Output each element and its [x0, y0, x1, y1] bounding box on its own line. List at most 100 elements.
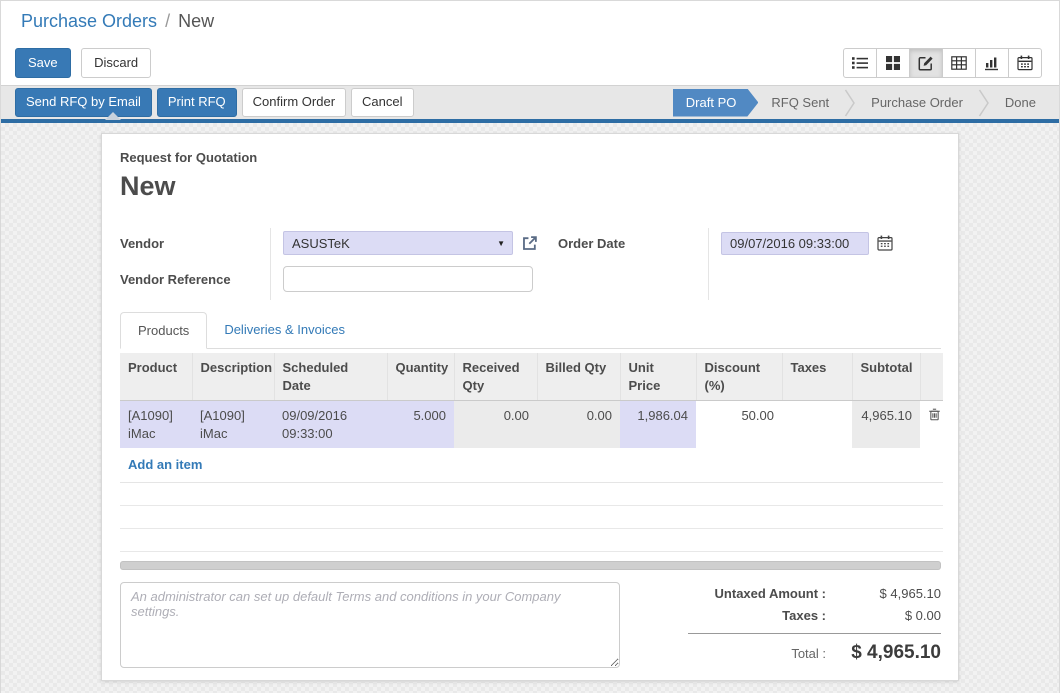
notebook-tabs: Products Deliveries & Invoices [120, 312, 941, 349]
form-sheet: Request for Quotation New Vendor Vendor … [101, 133, 959, 681]
cell-taxes[interactable] [782, 401, 852, 449]
view-switcher [843, 48, 1042, 78]
taxes-value: $ 0.00 [826, 608, 941, 623]
breadcrumb-parent-link[interactable]: Purchase Orders [21, 11, 157, 32]
status-step-label: Done [1005, 95, 1036, 110]
empty-row [120, 528, 943, 551]
left-field-group: Vendor Vendor Reference ASUSTeK ▼ [120, 228, 538, 300]
right-field-group: Order Date 09/07/2016 09:33:00 [538, 228, 941, 300]
scrollbar-thumb[interactable] [120, 561, 941, 570]
form-view-icon [918, 55, 934, 71]
status-step-done[interactable]: Done [992, 89, 1049, 117]
calendar-icon [877, 235, 893, 251]
cell-description[interactable]: [A1090] iMac [192, 401, 274, 449]
order-date-value: 09/07/2016 09:33:00 [730, 236, 849, 251]
app-window: Purchase Orders / New Save Discard [0, 0, 1060, 693]
chevron-right-icon [844, 88, 856, 118]
col-header-product: Product [120, 353, 192, 401]
workflow-buttons: Send RFQ by Email Print RFQ Confirm Orde… [15, 88, 419, 117]
breadcrumb-current: New [178, 11, 214, 32]
table-horizontal-scrollbar[interactable] [120, 561, 941, 570]
calendar-view-icon [1017, 55, 1033, 71]
delete-line-button[interactable] [920, 401, 943, 449]
taxes-label: Taxes : [782, 608, 826, 623]
document-type-label: Request for Quotation [120, 150, 941, 165]
table-row: [A1090] iMac [A1090] iMac 09/09/2016 09:… [120, 401, 943, 449]
table-header-row: Product Description Scheduled Date Quant… [120, 353, 943, 401]
total-label: Total : [791, 646, 826, 661]
tab-deliveries-invoices[interactable]: Deliveries & Invoices [207, 312, 362, 349]
status-step-label: Purchase Order [871, 95, 963, 110]
cancel-button[interactable]: Cancel [351, 88, 413, 117]
col-header-scheduled-date: Scheduled Date [274, 353, 387, 401]
print-rfq-button[interactable]: Print RFQ [157, 88, 237, 117]
untaxed-amount-value: $ 4,965.10 [826, 586, 941, 601]
add-an-item-link[interactable]: Add an item [120, 448, 943, 482]
vendor-value: ASUSTeK [292, 236, 350, 251]
chevron-right-icon [978, 88, 990, 118]
untaxed-amount-label: Untaxed Amount : [715, 586, 826, 601]
header-fields: Vendor Vendor Reference ASUSTeK ▼ [120, 228, 941, 300]
cell-billed-qty: 0.00 [537, 401, 620, 449]
calendar-view-button[interactable] [1008, 48, 1042, 78]
status-step-purchase-order[interactable]: Purchase Order [858, 89, 976, 117]
status-step-label: RFQ Sent [771, 95, 829, 110]
vendor-label: Vendor [120, 228, 270, 258]
form-view-background: Request for Quotation New Vendor Vendor … [1, 123, 1059, 693]
order-date-label: Order Date [558, 228, 708, 258]
cell-scheduled-date[interactable]: 09/09/2016 09:33:00 [274, 401, 387, 449]
col-header-actions [920, 353, 943, 401]
breadcrumb-separator: / [165, 11, 170, 32]
external-link-icon [521, 235, 538, 252]
status-step-draft-po[interactable]: Draft PO [673, 89, 759, 117]
col-header-quantity: Quantity [387, 353, 454, 401]
open-vendor-record-button[interactable] [521, 235, 538, 252]
cell-subtotal: 4,965.10 [852, 401, 920, 449]
graph-view-icon [984, 55, 1000, 71]
open-datepicker-button[interactable] [877, 235, 893, 251]
breadcrumb: Purchase Orders / New [1, 1, 1059, 41]
graph-view-button[interactable] [975, 48, 1009, 78]
add-item-row: Add an item [120, 448, 943, 482]
pivot-view-button[interactable] [942, 48, 976, 78]
totals-divider [688, 633, 941, 634]
vendor-reference-input[interactable] [283, 266, 533, 292]
page-title: New [120, 171, 941, 202]
list-view-icon [852, 55, 868, 71]
col-header-taxes: Taxes [782, 353, 852, 401]
col-header-unit-price: Unit Price [620, 353, 696, 401]
save-button[interactable]: Save [15, 48, 71, 79]
empty-row [120, 505, 943, 528]
sheet-footer: Untaxed Amount : $ 4,965.10 Taxes : $ 0.… [120, 582, 941, 671]
send-rfq-by-email-button[interactable]: Send RFQ by Email [15, 88, 152, 117]
kanban-view-icon [886, 56, 900, 70]
list-view-button[interactable] [843, 48, 877, 78]
pivot-view-icon [951, 55, 967, 71]
vendor-select[interactable]: ASUSTeK ▼ [283, 231, 513, 255]
cell-discount[interactable]: 50.00 [696, 401, 782, 449]
cell-product[interactable]: [A1090] iMac [120, 401, 192, 449]
total-value: $ 4,965.10 [826, 642, 941, 664]
cell-quantity[interactable]: 5.000 [387, 401, 454, 449]
empty-row [120, 482, 943, 505]
cell-received-qty: 0.00 [454, 401, 537, 449]
col-header-discount: Discount (%) [696, 353, 782, 401]
status-step-rfq-sent[interactable]: RFQ Sent [758, 89, 842, 117]
kanban-view-button[interactable] [876, 48, 910, 78]
col-header-subtotal: Subtotal [852, 353, 920, 401]
status-bar: Draft PO RFQ Sent Purchase Order Done [673, 88, 1049, 118]
active-button-pointer-icon [105, 112, 121, 120]
col-header-description: Description [192, 353, 274, 401]
action-bar: Send RFQ by Email Print RFQ Confirm Orde… [1, 85, 1059, 119]
order-lines-table: Product Description Scheduled Date Quant… [120, 353, 943, 552]
confirm-order-button[interactable]: Confirm Order [242, 88, 346, 117]
order-date-input[interactable]: 09/07/2016 09:33:00 [721, 232, 869, 255]
tab-products[interactable]: Products [120, 312, 207, 349]
trash-icon [928, 407, 941, 422]
discard-button[interactable]: Discard [81, 48, 151, 79]
terms-conditions-textarea[interactable] [120, 582, 620, 668]
form-view-button[interactable] [909, 48, 943, 78]
col-header-received-qty: Received Qty [454, 353, 537, 401]
chevron-down-icon: ▼ [497, 239, 505, 248]
cell-unit-price[interactable]: 1,986.04 [620, 401, 696, 449]
